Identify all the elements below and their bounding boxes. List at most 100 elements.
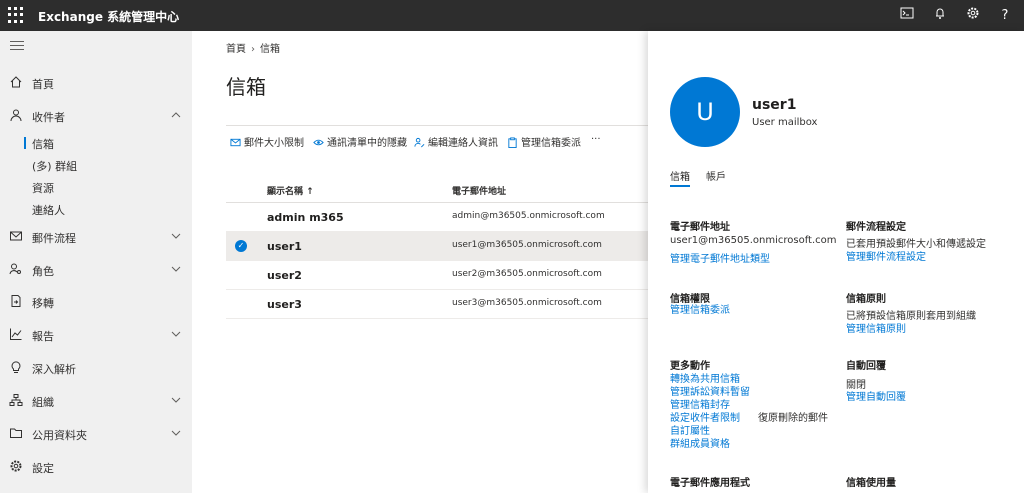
breadcrumb-home[interactable]: 首頁: [226, 44, 246, 55]
manage-mailbox-delegation-button[interactable]: 管理信箱委派: [507, 134, 581, 149]
sidebar-item-public-folders[interactable]: 公用資料夾: [0, 423, 192, 445]
mail-icon: [10, 231, 22, 241]
table-header: 顯示名稱 ↑ 電子郵件地址: [226, 179, 656, 203]
mailbox-policies-title: 信箱原則: [846, 294, 886, 305]
chart-icon: [10, 328, 22, 340]
gear-icon[interactable]: [963, 6, 983, 26]
sidebar-item-mail-flow[interactable]: 郵件流程: [0, 226, 192, 248]
chevron-down-icon[interactable]: [170, 394, 182, 406]
mail-settings-icon: [230, 138, 241, 147]
sidebar-item-reports[interactable]: 報告: [0, 324, 192, 346]
chevron-down-icon[interactable]: [170, 427, 182, 439]
avatar: U: [670, 77, 740, 147]
help-icon[interactable]: ?: [995, 6, 1015, 26]
chevron-down-icon[interactable]: [170, 263, 182, 275]
hamburger-menu-icon[interactable]: [10, 41, 24, 51]
more-commands-button[interactable]: ···: [591, 134, 601, 145]
lightbulb-icon: [11, 361, 21, 373]
row-display-name: user2: [267, 269, 302, 282]
tab-mailbox[interactable]: 信箱: [670, 168, 690, 183]
person-key-icon: [9, 263, 21, 275]
terminal-icon[interactable]: [897, 6, 917, 26]
sidebar-item-label: 郵件流程: [32, 232, 76, 245]
breadcrumb-current: 信箱: [260, 44, 280, 55]
command-bar-divider: [226, 125, 656, 126]
app-launcher-icon[interactable]: [8, 7, 24, 23]
sidebar-item-roles[interactable]: 角色: [0, 259, 192, 281]
column-header-display-name[interactable]: 顯示名稱 ↑: [267, 184, 314, 197]
mail-flow-settings-title: 郵件流程設定: [846, 222, 906, 233]
sidebar-item-label: 收件者: [32, 111, 65, 124]
gear-icon: [10, 460, 22, 472]
sidebar-item-recipients[interactable]: 收件者: [0, 105, 192, 127]
clipboard-icon: [508, 137, 517, 148]
panel-user-type: User mailbox: [752, 117, 818, 128]
sidebar-subitem-label: 連絡人: [32, 204, 65, 217]
chevron-down-icon[interactable]: [170, 328, 182, 340]
manage-automatic-replies-link[interactable]: 管理自動回覆: [846, 388, 906, 403]
sidebar-item-insights[interactable]: 深入解析: [0, 357, 192, 379]
mailbox-usage-title: 信箱使用量: [846, 478, 896, 489]
command-label: 通訊清單中的隱藏: [327, 138, 407, 149]
sidebar-item-migration[interactable]: 移轉: [0, 291, 192, 313]
sidebar-item-settings[interactable]: 設定: [0, 456, 192, 478]
selection-indicator: [24, 137, 26, 149]
sidebar-subitem-label: 信箱: [32, 138, 54, 151]
email-address-value: user1@m36505.onmicrosoft.com: [670, 235, 837, 246]
table-row[interactable]: user2 user2@m36505.onmicrosoft.com: [226, 261, 656, 290]
home-icon: [10, 76, 22, 88]
sidebar-subitem-contacts[interactable]: 連絡人: [0, 200, 192, 218]
folder-icon: [10, 428, 22, 438]
command-label: 郵件大小限制: [244, 138, 304, 149]
sidebar-item-label: 公用資料夾: [32, 429, 87, 442]
recover-deleted-items-link[interactable]: 復原刪除的郵件: [758, 409, 828, 424]
chevron-right-icon: ›: [251, 44, 255, 55]
row-email: admin@m36505.onmicrosoft.com: [452, 211, 605, 221]
sidebar: 首頁 收件者 信箱 (多) 群組 資源 連絡人 郵件流程 角色 移轉 報告 深入…: [0, 31, 192, 493]
manage-mailbox-delegation-link[interactable]: 管理信箱委派: [670, 301, 730, 316]
active-tab-indicator: [670, 185, 690, 187]
column-header-email[interactable]: 電子郵件地址: [452, 184, 506, 197]
manage-mailbox-policies-link[interactable]: 管理信箱原則: [846, 320, 906, 335]
row-display-name: admin m365: [267, 211, 344, 224]
sidebar-item-label: 報告: [32, 330, 54, 343]
sidebar-subitem-groups[interactable]: (多) 群組: [0, 156, 192, 174]
sidebar-item-organization[interactable]: 組織: [0, 390, 192, 412]
sidebar-item-label: 角色: [32, 265, 54, 278]
sidebar-item-label: 首頁: [32, 78, 54, 91]
panel-user-name: user1: [752, 97, 797, 113]
sidebar-item-label: 深入解析: [32, 363, 76, 376]
document-arrow-icon: [11, 295, 21, 307]
sidebar-item-label: 組織: [32, 396, 54, 409]
checkmark-icon[interactable]: ✓: [235, 240, 247, 252]
edit-contact-info-button[interactable]: 編輯連絡人資訊: [414, 134, 498, 149]
sidebar-item-label: 設定: [32, 462, 54, 475]
app-title[interactable]: Exchange 系統管理中心: [38, 8, 179, 25]
command-label: ···: [591, 134, 601, 145]
sidebar-subitem-resources[interactable]: 資源: [0, 178, 192, 196]
table-row[interactable]: admin m365 admin@m36505.onmicrosoft.com: [226, 203, 656, 232]
table-row[interactable]: user3 user3@m36505.onmicrosoft.com: [226, 290, 656, 319]
bell-icon[interactable]: [930, 6, 950, 26]
mailbox-details-panel: U user1 User mailbox 信箱 帳戶 電子郵件地址 user1@…: [648, 31, 1024, 493]
group-membership-link[interactable]: 群組成員資格: [670, 435, 730, 450]
sidebar-subitem-mailboxes[interactable]: 信箱: [0, 134, 192, 152]
table-row-selected[interactable]: ✓ user1 user1@m36505.onmicrosoft.com: [226, 232, 656, 261]
row-email: user1@m36505.onmicrosoft.com: [452, 240, 602, 250]
hide-from-address-list-button[interactable]: 通訊清單中的隱藏: [313, 134, 407, 149]
tab-account[interactable]: 帳戶: [706, 168, 726, 183]
row-display-name: user1: [267, 240, 302, 253]
eye-hide-icon: [313, 139, 324, 146]
manage-mail-flow-settings-link[interactable]: 管理郵件流程設定: [846, 248, 926, 263]
chevron-up-icon[interactable]: [170, 109, 182, 121]
email-apps-title: 電子郵件應用程式: [670, 478, 750, 489]
message-size-limit-button[interactable]: 郵件大小限制: [230, 134, 304, 149]
breadcrumb: 首頁 › 信箱: [226, 40, 280, 55]
email-addresses-title: 電子郵件地址: [670, 222, 730, 233]
manage-email-address-types-link[interactable]: 管理電子郵件地址類型: [670, 250, 770, 265]
sidebar-item-label: 移轉: [32, 297, 54, 310]
chevron-down-icon[interactable]: [170, 230, 182, 242]
command-label: 管理信箱委派: [521, 138, 581, 149]
command-label: 編輯連絡人資訊: [428, 138, 498, 149]
sidebar-item-home[interactable]: 首頁: [0, 72, 192, 94]
